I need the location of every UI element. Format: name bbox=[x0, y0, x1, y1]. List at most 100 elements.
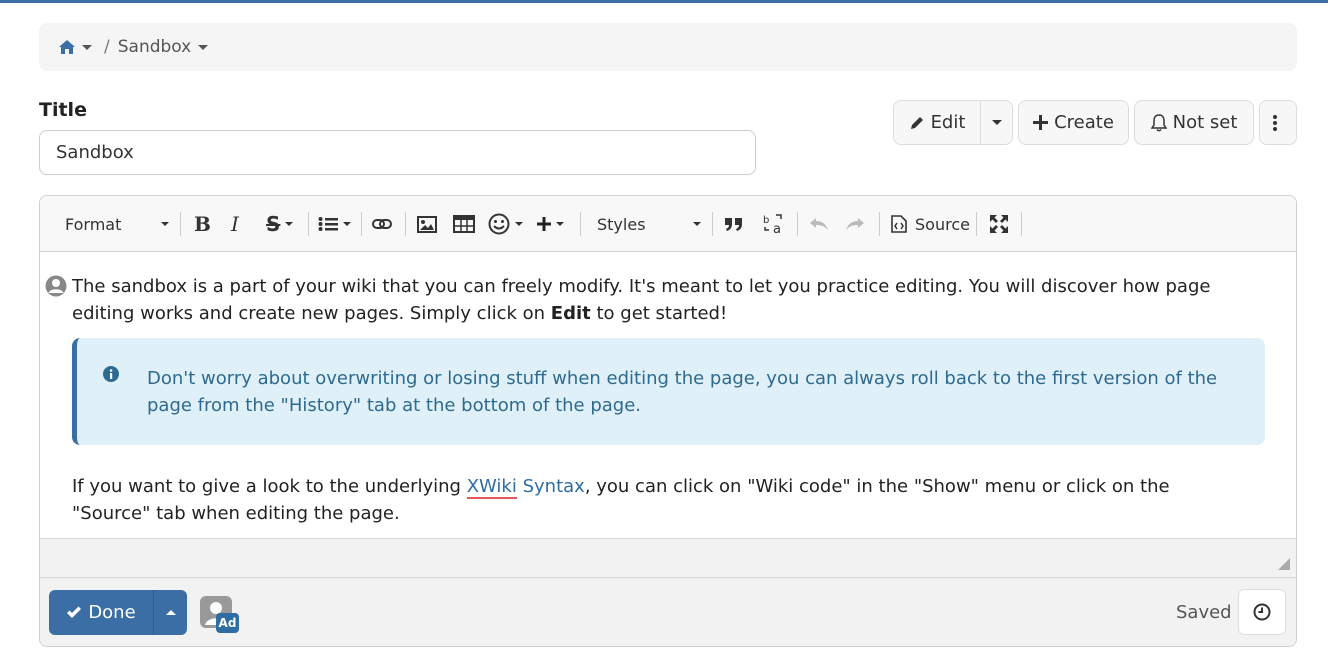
notifications-label: Not set bbox=[1172, 112, 1238, 133]
maximize-button[interactable] bbox=[989, 210, 1009, 238]
insert-button[interactable] bbox=[537, 210, 564, 238]
strikethrough-button[interactable]: S bbox=[266, 210, 294, 238]
list-icon bbox=[318, 217, 338, 231]
breadcrumb-current[interactable]: Sandbox bbox=[118, 37, 192, 57]
chevron-down-icon bbox=[515, 222, 523, 226]
resize-grip-icon[interactable] bbox=[1278, 558, 1290, 570]
toolbar-separator bbox=[580, 212, 581, 236]
toolbar-separator bbox=[879, 212, 880, 236]
chevron-down-icon bbox=[693, 222, 701, 226]
done-label: Done bbox=[88, 602, 136, 623]
image-icon bbox=[417, 215, 437, 233]
syntax-text: If you want to give a look to the underl… bbox=[72, 476, 467, 497]
maximize-icon bbox=[990, 215, 1008, 233]
editor-content[interactable]: The sandbox is a part of your wiki that … bbox=[40, 253, 1296, 586]
link-button[interactable] bbox=[372, 210, 392, 238]
svg-text:b: b bbox=[763, 215, 769, 226]
avatar-icon bbox=[45, 275, 67, 297]
toolbar-separator bbox=[797, 212, 798, 236]
redo-button[interactable] bbox=[845, 210, 865, 238]
edit-button-label: Edit bbox=[930, 112, 966, 133]
bell-icon bbox=[1150, 113, 1167, 131]
toolbar-separator bbox=[712, 212, 713, 236]
plus-icon bbox=[537, 217, 551, 231]
toolbar-separator bbox=[308, 212, 309, 236]
toolbar-separator bbox=[180, 212, 181, 236]
xwiki-link-word: XWiki bbox=[466, 476, 517, 499]
table-icon bbox=[453, 215, 475, 233]
svg-text:a: a bbox=[773, 222, 781, 235]
italic-button[interactable]: I bbox=[231, 210, 239, 238]
image-button[interactable] bbox=[417, 210, 437, 238]
info-box: Don't worry about overwriting or losing … bbox=[72, 338, 1265, 445]
history-button[interactable] bbox=[1238, 589, 1286, 635]
emoji-button[interactable] bbox=[488, 210, 523, 238]
toolbar-separator bbox=[1021, 212, 1022, 236]
intro-paragraph: The sandbox is a part of your wiki that … bbox=[72, 273, 1252, 327]
styles-dropdown[interactable]: Styles bbox=[597, 210, 701, 238]
bold-button[interactable]: B bbox=[194, 210, 211, 238]
pencil-icon bbox=[910, 116, 923, 129]
edit-dropdown-button[interactable] bbox=[980, 100, 1013, 145]
done-button[interactable]: Done bbox=[49, 590, 153, 635]
undo-icon bbox=[810, 218, 828, 230]
smiley-icon bbox=[488, 213, 510, 235]
more-vertical-icon bbox=[1273, 114, 1277, 131]
syntax-link-word: Syntax bbox=[516, 476, 585, 497]
syntax-paragraph: If you want to give a look to the underl… bbox=[72, 473, 1252, 527]
breadcrumb-home[interactable] bbox=[59, 40, 92, 54]
edit-bold-text: Edit bbox=[550, 303, 591, 324]
blockquote-button[interactable] bbox=[724, 210, 744, 238]
title-label: Title bbox=[39, 99, 87, 121]
breadcrumb: / Sandbox bbox=[39, 23, 1297, 71]
redo-icon bbox=[846, 218, 864, 230]
create-button[interactable]: Create bbox=[1018, 100, 1129, 145]
chevron-down-icon bbox=[556, 222, 564, 226]
done-dropdown-button[interactable] bbox=[153, 590, 187, 635]
xwiki-syntax-link[interactable]: XWiki Syntax bbox=[466, 476, 585, 499]
editor-footer: Done Ad Saved bbox=[40, 577, 1296, 646]
editor-toolbar: Format B I S Styles b a Source bbox=[40, 196, 1296, 252]
source-button[interactable]: Source bbox=[891, 210, 970, 238]
table-button[interactable] bbox=[453, 210, 475, 238]
toolbar-separator bbox=[405, 212, 406, 236]
home-icon bbox=[59, 40, 75, 54]
info-text: Don't worry about overwriting or losing … bbox=[147, 368, 1218, 416]
translate-icon: ba bbox=[763, 214, 782, 235]
chevron-down-icon[interactable] bbox=[198, 44, 209, 50]
clock-icon bbox=[1253, 603, 1271, 621]
toolbar-separator bbox=[976, 212, 977, 236]
top-accent-line bbox=[0, 0, 1328, 3]
link-icon bbox=[372, 219, 392, 229]
wysiwyg-editor: Format B I S Styles b a Source The sandb… bbox=[39, 195, 1297, 647]
notifications-button[interactable]: Not set bbox=[1134, 100, 1254, 145]
editor-statusbar bbox=[40, 538, 1296, 577]
chevron-down-icon bbox=[285, 222, 294, 226]
chevron-down-icon bbox=[343, 222, 351, 226]
create-button-label: Create bbox=[1054, 112, 1114, 133]
chevron-down-icon bbox=[991, 120, 1002, 125]
chevron-down-icon bbox=[161, 222, 169, 226]
save-status: Saved bbox=[1176, 602, 1232, 623]
bulleted-list-button[interactable] bbox=[318, 210, 351, 238]
toolbar-separator bbox=[361, 212, 362, 236]
source-label: Source bbox=[915, 214, 970, 234]
intro-text-end: to get started! bbox=[590, 303, 728, 324]
styles-label: Styles bbox=[597, 214, 646, 234]
source-icon bbox=[891, 215, 907, 233]
plus-icon bbox=[1033, 115, 1049, 130]
more-actions-button[interactable] bbox=[1259, 100, 1297, 145]
format-label: Format bbox=[65, 214, 122, 234]
chevron-down-icon[interactable] bbox=[82, 44, 92, 50]
format-dropdown[interactable]: Format bbox=[65, 210, 169, 238]
quote-icon bbox=[725, 218, 742, 231]
chevron-up-icon bbox=[165, 610, 176, 615]
breadcrumb-separator: / bbox=[104, 37, 110, 57]
info-icon bbox=[103, 366, 119, 382]
check-icon bbox=[67, 606, 82, 618]
undo-button[interactable] bbox=[809, 210, 829, 238]
user-initials-badge: Ad bbox=[216, 613, 239, 633]
translate-button[interactable]: ba bbox=[763, 210, 785, 238]
title-input[interactable] bbox=[39, 130, 756, 175]
edit-button[interactable]: Edit bbox=[893, 100, 981, 145]
